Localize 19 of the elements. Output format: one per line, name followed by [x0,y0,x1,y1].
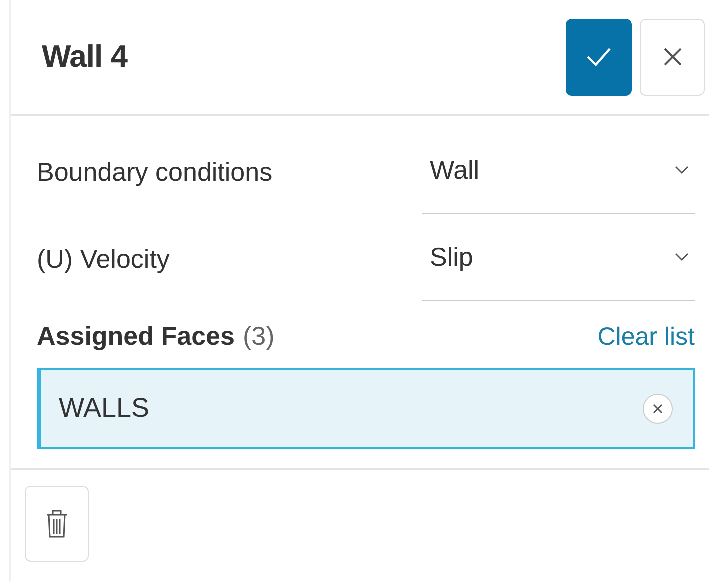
section-title: Assigned Faces [37,321,235,351]
dropdown[interactable]: Slip [422,214,695,300]
dropdown[interactable]: Wall [422,128,695,214]
panel-title: Wall 4 [42,39,129,75]
clear-list-link[interactable]: Clear list [598,323,695,352]
remove-button[interactable] [643,394,673,424]
face-item[interactable]: WALLS [37,368,695,449]
chevron-down-icon [675,252,689,262]
chevron-down-icon [675,165,689,175]
field-label: (U) Velocity [37,243,171,275]
trash-icon [46,509,68,539]
face-label: WALLS [59,393,150,424]
close-icon [662,47,682,67]
checkmark-icon [586,47,612,67]
close-icon [652,402,664,414]
field-label: Boundary conditions [37,156,274,188]
delete-button[interactable] [25,486,89,562]
face-count: (3) [242,321,275,351]
confirm-button[interactable] [566,18,632,96]
